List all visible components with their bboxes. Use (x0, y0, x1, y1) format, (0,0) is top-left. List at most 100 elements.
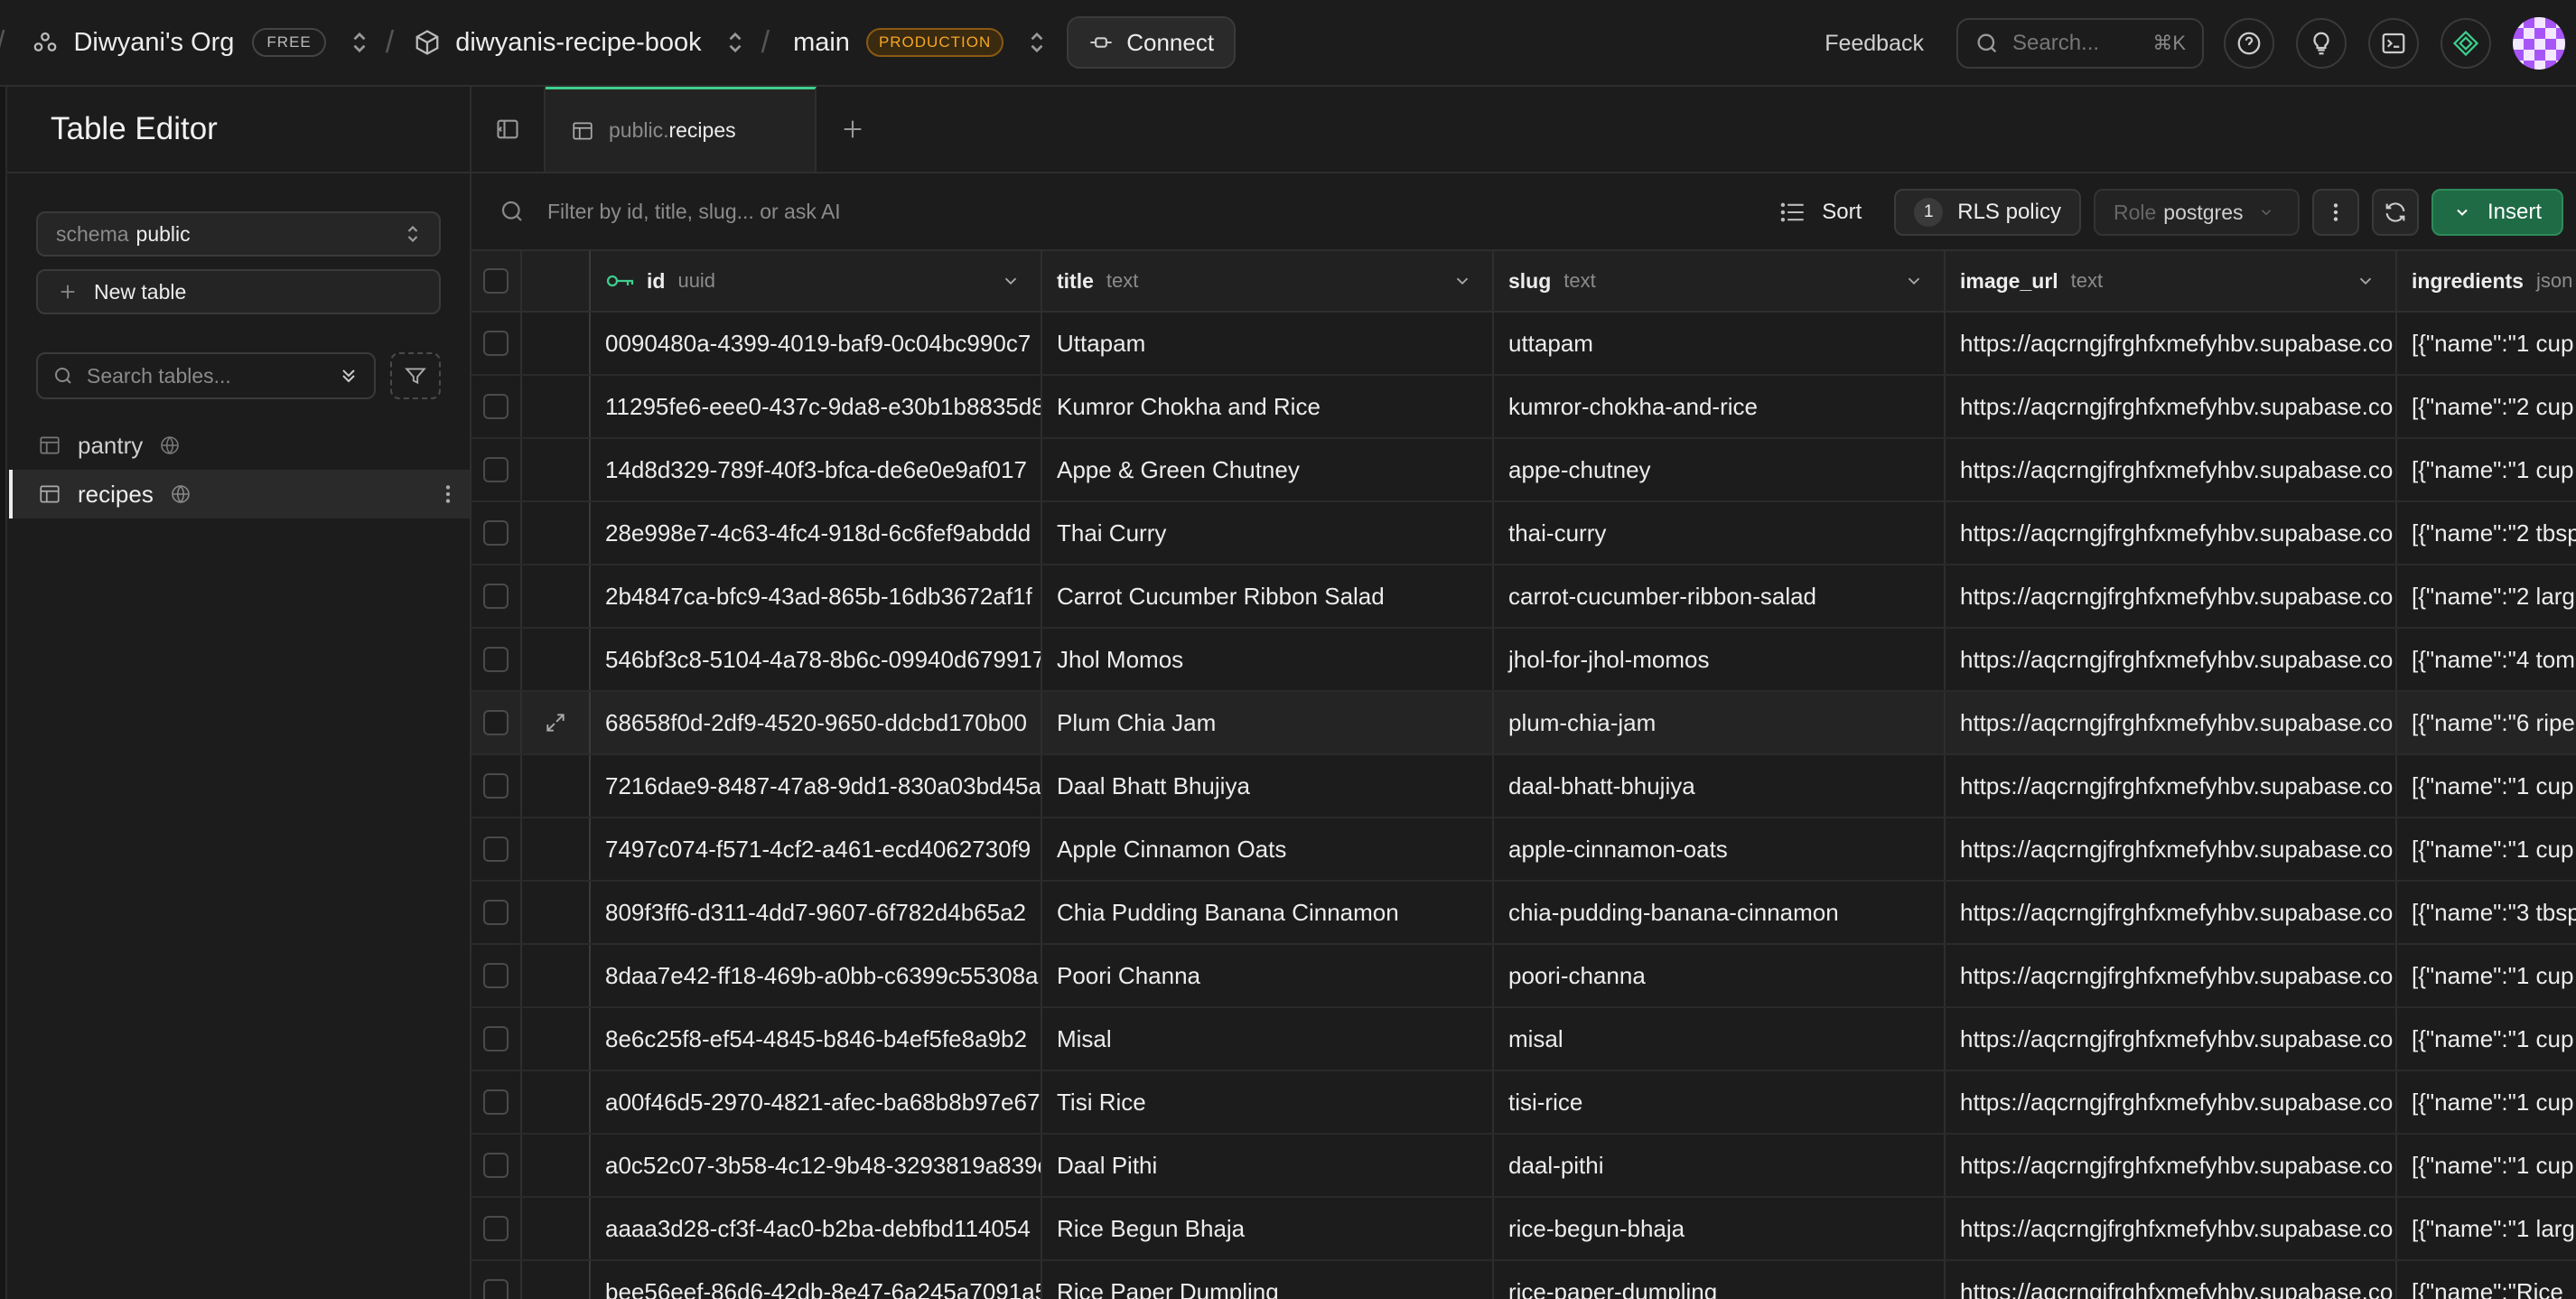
row-checkbox[interactable] (483, 773, 509, 799)
cell-id[interactable]: aaaa3d28-cf3f-4ac0-b2ba-debfbd114054 (591, 1198, 1042, 1259)
cell-title[interactable]: Rice Begun Bhaja (1042, 1198, 1494, 1259)
cell-image-url[interactable]: https://aqcrngjfrghfxmefyhbv.supabase.co (1946, 945, 2397, 1006)
chevron-down-icon[interactable] (2356, 271, 2375, 291)
table-row[interactable]: a00f46d5-2970-4821-afec-ba68b8b97e67 Tisi… (471, 1071, 2576, 1135)
row-checkbox[interactable] (483, 710, 509, 735)
cell-title[interactable]: Appe & Green Chutney (1042, 439, 1494, 500)
cell-ingredients[interactable]: [{"name":"1 cup (2397, 945, 2576, 1006)
cell-ingredients[interactable]: [{"name":"1 larg (2397, 1198, 2576, 1259)
cell-ingredients[interactable]: [{"name":"2 tbsp (2397, 502, 2576, 564)
cell-id[interactable]: bee56eef-86d6-42db-8e47-6a245a7091a5 (591, 1261, 1042, 1299)
table-row[interactable]: 68658f0d-2df9-4520-9650-ddcbd170b00 Plum … (471, 692, 2576, 755)
cell-title[interactable]: Tisi Rice (1042, 1071, 1494, 1133)
table-row[interactable]: 8e6c25f8-ef54-4845-b846-b4ef5fe8a9b2 Misa… (471, 1008, 2576, 1071)
project-selector[interactable]: diwyanis-recipe-book (414, 28, 744, 58)
cell-title[interactable]: Daal Pithi (1042, 1135, 1494, 1196)
row-expand-cell[interactable] (522, 692, 591, 753)
cell-id[interactable]: 68658f0d-2df9-4520-9650-ddcbd170b00 (591, 692, 1042, 753)
cell-slug[interactable]: tisi-rice (1494, 1071, 1946, 1133)
connect-button[interactable]: Connect (1067, 16, 1237, 69)
table-row[interactable]: 8daa7e42-ff18-469b-a0bb-c6399c55308a Poor… (471, 945, 2576, 1008)
cell-id[interactable]: 11295fe6-eee0-437c-9da8-e30b1b8835d8 (591, 376, 1042, 437)
cell-title[interactable]: Kumror Chokha and Rice (1042, 376, 1494, 437)
cell-slug[interactable]: misal (1494, 1008, 1946, 1070)
cell-title[interactable]: Carrot Cucumber Ribbon Salad (1042, 565, 1494, 627)
sort-button[interactable]: Sort (1760, 189, 1881, 236)
column-header-id[interactable]: id uuid (591, 251, 1042, 311)
row-checkbox[interactable] (483, 457, 509, 482)
sidebar-item-pantry[interactable]: pantry (9, 421, 470, 470)
row-expand-cell[interactable] (522, 376, 591, 437)
cell-slug[interactable]: uttapam (1494, 313, 1946, 374)
cell-image-url[interactable]: https://aqcrngjfrghfxmefyhbv.supabase.co (1946, 882, 2397, 943)
add-tab-button[interactable] (817, 87, 889, 172)
branch-selector[interactable]: main PRODUCTION (793, 28, 1047, 58)
cell-image-url[interactable]: https://aqcrngjfrghfxmefyhbv.supabase.co (1946, 1198, 2397, 1259)
row-expand-cell[interactable] (522, 818, 591, 880)
chevron-down-icon[interactable] (1904, 271, 1924, 291)
expand-icon[interactable] (544, 711, 567, 734)
role-select[interactable]: Role postgres (2093, 189, 2300, 236)
cell-title[interactable]: Uttapam (1042, 313, 1494, 374)
cell-title[interactable]: Thai Curry (1042, 502, 1494, 564)
cell-id[interactable]: 28e998e7-4c63-4fc4-918d-6c6fef9abddd (591, 502, 1042, 564)
cell-id[interactable]: a00f46d5-2970-4821-afec-ba68b8b97e67 (591, 1071, 1042, 1133)
rls-policy-button[interactable]: 1 RLS policy (1894, 189, 2081, 236)
table-row[interactable]: 11295fe6-eee0-437c-9da8-e30b1b8835d8 Kumr… (471, 376, 2576, 439)
cell-ingredients[interactable]: [{"name":"2 larg (2397, 565, 2576, 627)
column-header-title[interactable]: title text (1042, 251, 1494, 311)
terminal-button[interactable] (2368, 18, 2419, 69)
cell-image-url[interactable]: https://aqcrngjfrghfxmefyhbv.supabase.co (1946, 1008, 2397, 1070)
column-header-ingredients[interactable]: ingredients json (2397, 251, 2576, 311)
row-checkbox[interactable] (483, 331, 509, 356)
cell-slug[interactable]: chia-pudding-banana-cinnamon (1494, 882, 1946, 943)
row-checkbox[interactable] (483, 1089, 509, 1115)
cell-image-url[interactable]: https://aqcrngjfrghfxmefyhbv.supabase.co (1946, 755, 2397, 817)
row-checkbox[interactable] (483, 1279, 509, 1299)
row-checkbox[interactable] (483, 900, 509, 925)
row-checkbox[interactable] (483, 1216, 509, 1241)
column-header-image-url[interactable]: image_url text (1946, 251, 2397, 311)
row-checkbox[interactable] (483, 647, 509, 672)
cell-slug[interactable]: poori-channa (1494, 945, 1946, 1006)
cell-slug[interactable]: daal-pithi (1494, 1135, 1946, 1196)
cell-ingredients[interactable]: [{"name":"1 cup (2397, 1071, 2576, 1133)
help-button[interactable] (2224, 18, 2274, 69)
cell-id[interactable]: a0c52c07-3b58-4c12-9b48-3293819a839c (591, 1135, 1042, 1196)
row-expand-cell[interactable] (522, 1008, 591, 1070)
cell-title[interactable]: Apple Cinnamon Oats (1042, 818, 1494, 880)
cell-ingredients[interactable]: [{"name":"1 cup (2397, 439, 2576, 500)
search-tables-input[interactable]: Search tables... (36, 352, 376, 399)
toggle-sidebar-button[interactable] (471, 87, 546, 172)
cell-slug[interactable]: rice-paper-dumpling (1494, 1261, 1946, 1299)
cell-title[interactable]: Misal (1042, 1008, 1494, 1070)
cell-id[interactable]: 546bf3c8-5104-4a78-8b6c-09940d679917 (591, 629, 1042, 690)
chevron-down-icon[interactable] (1452, 271, 1472, 291)
avatar[interactable] (2513, 17, 2565, 70)
cell-id[interactable]: 7497c074-f571-4cf2-a461-ecd4062730f9 (591, 818, 1042, 880)
feedback-button[interactable]: Feedback (1825, 31, 1924, 57)
cell-title[interactable]: Rice Paper Dumpling (1042, 1261, 1494, 1299)
cell-image-url[interactable]: https://aqcrngjfrghfxmefyhbv.supabase.co (1946, 1071, 2397, 1133)
insert-button[interactable]: Insert (2431, 189, 2563, 236)
row-expand-cell[interactable] (522, 502, 591, 564)
cell-slug[interactable]: apple-cinnamon-oats (1494, 818, 1946, 880)
row-expand-cell[interactable] (522, 1261, 591, 1299)
cell-slug[interactable]: plum-chia-jam (1494, 692, 1946, 753)
table-row[interactable]: a0c52c07-3b58-4c12-9b48-3293819a839c Daal… (471, 1135, 2576, 1198)
cell-ingredients[interactable]: [{"name":"1 cup (2397, 1135, 2576, 1196)
cell-id[interactable]: 14d8d329-789f-40f3-bfca-de6e0e9af017 (591, 439, 1042, 500)
chevrons-down-icon[interactable] (338, 365, 359, 387)
cell-ingredients[interactable]: [{"name":"3 tbsp (2397, 882, 2576, 943)
more-options-button[interactable] (2311, 189, 2359, 236)
cell-title[interactable]: Jhol Momos (1042, 629, 1494, 690)
row-checkbox[interactable] (483, 836, 509, 862)
table-row[interactable]: 7497c074-f571-4cf2-a461-ecd4062730f9 Appl… (471, 818, 2576, 882)
cell-ingredients[interactable]: [{"name":"2 cup (2397, 376, 2576, 437)
chevron-up-down-icon[interactable] (350, 29, 369, 56)
table-row[interactable]: 14d8d329-789f-40f3-bfca-de6e0e9af017 Appe… (471, 439, 2576, 502)
cell-image-url[interactable]: https://aqcrngjfrghfxmefyhbv.supabase.co (1946, 629, 2397, 690)
cell-image-url[interactable]: https://aqcrngjfrghfxmefyhbv.supabase.co (1946, 1261, 2397, 1299)
cell-id[interactable]: 809f3ff6-d311-4dd7-9607-6f782d4b65a2 (591, 882, 1042, 943)
cell-title[interactable]: Plum Chia Jam (1042, 692, 1494, 753)
